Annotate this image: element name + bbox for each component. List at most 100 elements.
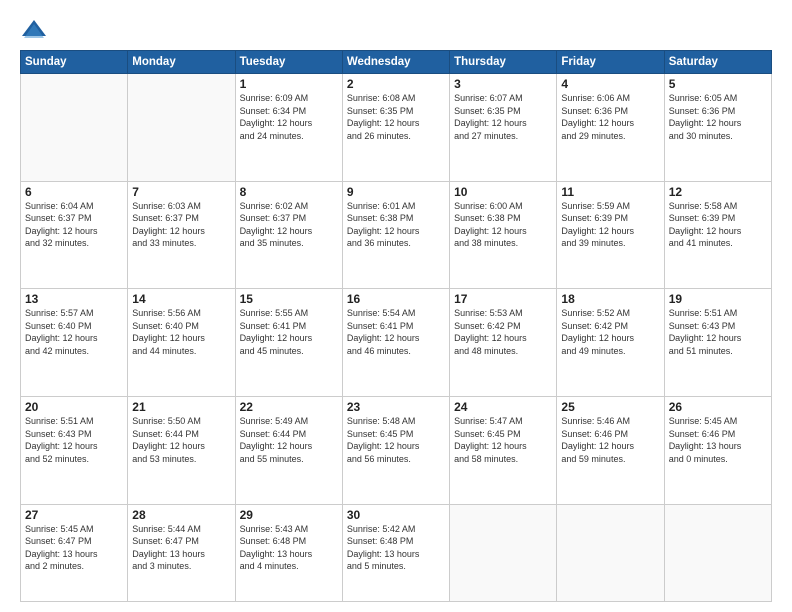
week-row-3: 20Sunrise: 5:51 AM Sunset: 6:43 PM Dayli… xyxy=(21,396,772,504)
day-number: 13 xyxy=(25,292,123,306)
col-header-thursday: Thursday xyxy=(450,51,557,74)
day-cell: 16Sunrise: 5:54 AM Sunset: 6:41 PM Dayli… xyxy=(342,289,449,397)
day-cell: 12Sunrise: 5:58 AM Sunset: 6:39 PM Dayli… xyxy=(664,181,771,289)
day-info: Sunrise: 5:55 AM Sunset: 6:41 PM Dayligh… xyxy=(240,307,338,357)
day-number: 9 xyxy=(347,185,445,199)
day-info: Sunrise: 5:47 AM Sunset: 6:45 PM Dayligh… xyxy=(454,415,552,465)
day-info: Sunrise: 5:54 AM Sunset: 6:41 PM Dayligh… xyxy=(347,307,445,357)
day-info: Sunrise: 5:46 AM Sunset: 6:46 PM Dayligh… xyxy=(561,415,659,465)
day-number: 25 xyxy=(561,400,659,414)
day-info: Sunrise: 5:57 AM Sunset: 6:40 PM Dayligh… xyxy=(25,307,123,357)
day-number: 29 xyxy=(240,508,338,522)
day-info: Sunrise: 5:43 AM Sunset: 6:48 PM Dayligh… xyxy=(240,523,338,573)
page: SundayMondayTuesdayWednesdayThursdayFrid… xyxy=(0,0,792,612)
day-info: Sunrise: 6:04 AM Sunset: 6:37 PM Dayligh… xyxy=(25,200,123,250)
day-info: Sunrise: 6:07 AM Sunset: 6:35 PM Dayligh… xyxy=(454,92,552,142)
day-info: Sunrise: 5:51 AM Sunset: 6:43 PM Dayligh… xyxy=(669,307,767,357)
day-info: Sunrise: 6:06 AM Sunset: 6:36 PM Dayligh… xyxy=(561,92,659,142)
day-cell: 24Sunrise: 5:47 AM Sunset: 6:45 PM Dayli… xyxy=(450,396,557,504)
day-number: 20 xyxy=(25,400,123,414)
day-cell xyxy=(450,504,557,601)
day-cell: 30Sunrise: 5:42 AM Sunset: 6:48 PM Dayli… xyxy=(342,504,449,601)
col-header-monday: Monday xyxy=(128,51,235,74)
col-header-saturday: Saturday xyxy=(664,51,771,74)
day-number: 2 xyxy=(347,77,445,91)
day-number: 6 xyxy=(25,185,123,199)
week-row-4: 27Sunrise: 5:45 AM Sunset: 6:47 PM Dayli… xyxy=(21,504,772,601)
day-cell: 10Sunrise: 6:00 AM Sunset: 6:38 PM Dayli… xyxy=(450,181,557,289)
logo xyxy=(20,16,52,44)
day-info: Sunrise: 5:52 AM Sunset: 6:42 PM Dayligh… xyxy=(561,307,659,357)
day-info: Sunrise: 6:05 AM Sunset: 6:36 PM Dayligh… xyxy=(669,92,767,142)
day-cell xyxy=(557,504,664,601)
day-info: Sunrise: 6:00 AM Sunset: 6:38 PM Dayligh… xyxy=(454,200,552,250)
day-cell: 22Sunrise: 5:49 AM Sunset: 6:44 PM Dayli… xyxy=(235,396,342,504)
day-number: 15 xyxy=(240,292,338,306)
day-number: 22 xyxy=(240,400,338,414)
day-number: 3 xyxy=(454,77,552,91)
col-header-sunday: Sunday xyxy=(21,51,128,74)
day-cell: 5Sunrise: 6:05 AM Sunset: 6:36 PM Daylig… xyxy=(664,74,771,182)
day-number: 8 xyxy=(240,185,338,199)
day-info: Sunrise: 5:42 AM Sunset: 6:48 PM Dayligh… xyxy=(347,523,445,573)
day-number: 14 xyxy=(132,292,230,306)
week-row-2: 13Sunrise: 5:57 AM Sunset: 6:40 PM Dayli… xyxy=(21,289,772,397)
day-cell: 25Sunrise: 5:46 AM Sunset: 6:46 PM Dayli… xyxy=(557,396,664,504)
day-number: 27 xyxy=(25,508,123,522)
day-cell xyxy=(128,74,235,182)
day-number: 18 xyxy=(561,292,659,306)
day-info: Sunrise: 5:58 AM Sunset: 6:39 PM Dayligh… xyxy=(669,200,767,250)
day-cell: 27Sunrise: 5:45 AM Sunset: 6:47 PM Dayli… xyxy=(21,504,128,601)
day-cell: 21Sunrise: 5:50 AM Sunset: 6:44 PM Dayli… xyxy=(128,396,235,504)
day-info: Sunrise: 5:44 AM Sunset: 6:47 PM Dayligh… xyxy=(132,523,230,573)
day-number: 10 xyxy=(454,185,552,199)
day-cell: 26Sunrise: 5:45 AM Sunset: 6:46 PM Dayli… xyxy=(664,396,771,504)
day-number: 5 xyxy=(669,77,767,91)
col-header-friday: Friday xyxy=(557,51,664,74)
day-info: Sunrise: 5:45 AM Sunset: 6:46 PM Dayligh… xyxy=(669,415,767,465)
day-number: 24 xyxy=(454,400,552,414)
day-info: Sunrise: 5:49 AM Sunset: 6:44 PM Dayligh… xyxy=(240,415,338,465)
day-number: 17 xyxy=(454,292,552,306)
day-info: Sunrise: 6:02 AM Sunset: 6:37 PM Dayligh… xyxy=(240,200,338,250)
day-cell: 6Sunrise: 6:04 AM Sunset: 6:37 PM Daylig… xyxy=(21,181,128,289)
day-cell: 17Sunrise: 5:53 AM Sunset: 6:42 PM Dayli… xyxy=(450,289,557,397)
day-cell: 28Sunrise: 5:44 AM Sunset: 6:47 PM Dayli… xyxy=(128,504,235,601)
day-cell: 23Sunrise: 5:48 AM Sunset: 6:45 PM Dayli… xyxy=(342,396,449,504)
day-info: Sunrise: 5:56 AM Sunset: 6:40 PM Dayligh… xyxy=(132,307,230,357)
col-header-wednesday: Wednesday xyxy=(342,51,449,74)
day-number: 19 xyxy=(669,292,767,306)
day-number: 21 xyxy=(132,400,230,414)
day-number: 11 xyxy=(561,185,659,199)
calendar-table: SundayMondayTuesdayWednesdayThursdayFrid… xyxy=(20,50,772,602)
day-info: Sunrise: 6:08 AM Sunset: 6:35 PM Dayligh… xyxy=(347,92,445,142)
day-number: 23 xyxy=(347,400,445,414)
day-number: 26 xyxy=(669,400,767,414)
day-cell: 29Sunrise: 5:43 AM Sunset: 6:48 PM Dayli… xyxy=(235,504,342,601)
logo-icon xyxy=(20,16,48,44)
day-number: 7 xyxy=(132,185,230,199)
day-cell: 19Sunrise: 5:51 AM Sunset: 6:43 PM Dayli… xyxy=(664,289,771,397)
day-info: Sunrise: 5:50 AM Sunset: 6:44 PM Dayligh… xyxy=(132,415,230,465)
day-number: 12 xyxy=(669,185,767,199)
day-cell xyxy=(664,504,771,601)
col-header-tuesday: Tuesday xyxy=(235,51,342,74)
day-info: Sunrise: 5:59 AM Sunset: 6:39 PM Dayligh… xyxy=(561,200,659,250)
header-row: SundayMondayTuesdayWednesdayThursdayFrid… xyxy=(21,51,772,74)
day-cell xyxy=(21,74,128,182)
day-info: Sunrise: 5:53 AM Sunset: 6:42 PM Dayligh… xyxy=(454,307,552,357)
day-number: 1 xyxy=(240,77,338,91)
day-info: Sunrise: 5:48 AM Sunset: 6:45 PM Dayligh… xyxy=(347,415,445,465)
day-info: Sunrise: 5:51 AM Sunset: 6:43 PM Dayligh… xyxy=(25,415,123,465)
day-cell: 18Sunrise: 5:52 AM Sunset: 6:42 PM Dayli… xyxy=(557,289,664,397)
day-info: Sunrise: 6:09 AM Sunset: 6:34 PM Dayligh… xyxy=(240,92,338,142)
day-cell: 7Sunrise: 6:03 AM Sunset: 6:37 PM Daylig… xyxy=(128,181,235,289)
day-info: Sunrise: 6:03 AM Sunset: 6:37 PM Dayligh… xyxy=(132,200,230,250)
day-cell: 13Sunrise: 5:57 AM Sunset: 6:40 PM Dayli… xyxy=(21,289,128,397)
day-number: 28 xyxy=(132,508,230,522)
day-info: Sunrise: 6:01 AM Sunset: 6:38 PM Dayligh… xyxy=(347,200,445,250)
day-cell: 3Sunrise: 6:07 AM Sunset: 6:35 PM Daylig… xyxy=(450,74,557,182)
day-number: 30 xyxy=(347,508,445,522)
day-cell: 11Sunrise: 5:59 AM Sunset: 6:39 PM Dayli… xyxy=(557,181,664,289)
day-cell: 14Sunrise: 5:56 AM Sunset: 6:40 PM Dayli… xyxy=(128,289,235,397)
